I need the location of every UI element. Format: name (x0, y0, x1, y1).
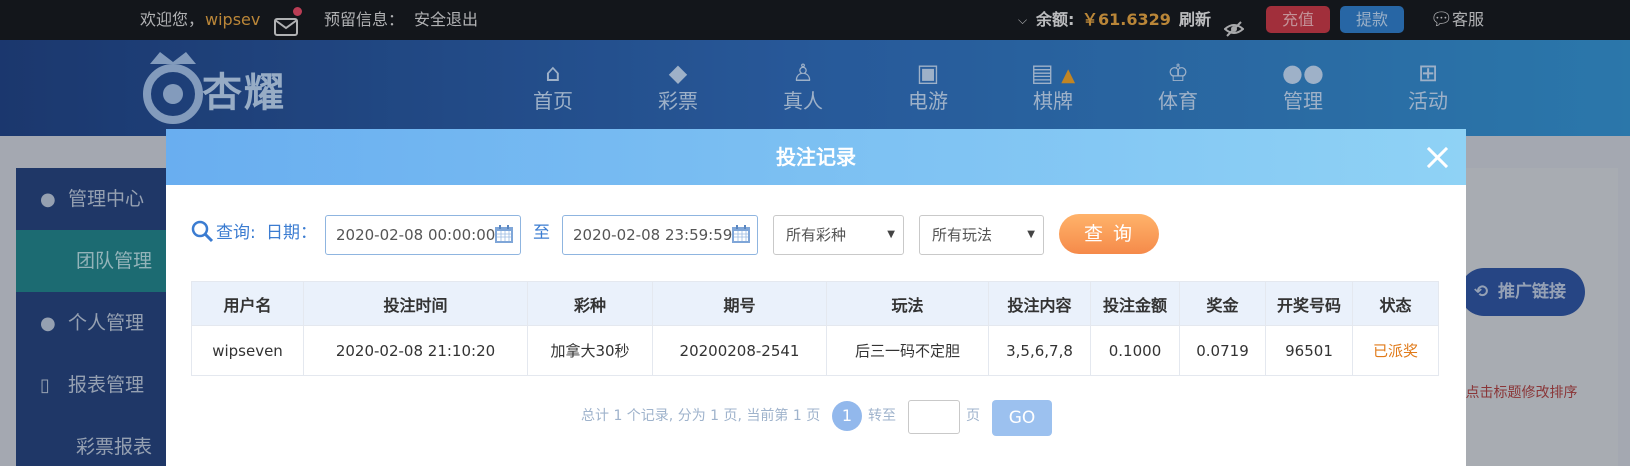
cell-prize: 0.0719 (1179, 325, 1266, 376)
date-from-input[interactable]: 2020-02-08 00:00:00 (325, 215, 521, 255)
column-header[interactable]: 开奖号码 (1265, 281, 1353, 326)
cell-draw-number: 96501 (1265, 325, 1353, 376)
cell-bet-content: 3,5,6,7,8 (988, 325, 1091, 376)
cell-issue: 20200208-2541 (652, 325, 827, 376)
cell-play: 后三一码不定胆 (826, 325, 989, 376)
page-jump-input[interactable] (908, 400, 960, 434)
query-label: 查询: (216, 223, 256, 243)
modal-header: 投注记录 (166, 129, 1466, 185)
date-to-input[interactable]: 2020-02-08 23:59:59 (562, 215, 758, 255)
search-icon (191, 220, 214, 243)
date-label: 日期： (266, 223, 317, 243)
column-header[interactable]: 投注金额 (1090, 281, 1180, 326)
calendar-icon[interactable] (731, 224, 751, 244)
to-label: 至 (533, 223, 550, 243)
bet-record-table: 用户名 投注时间 彩种 期号 玩法 投注内容 投注金额 奖金 开奖号码 状态 w… (191, 281, 1439, 376)
caret-down-icon: ▼ (887, 229, 895, 240)
cell-bet-amount: 0.1000 (1090, 325, 1180, 376)
column-header[interactable]: 玩法 (826, 281, 989, 326)
lottery-type-select[interactable]: 所有彩种 ▼ (773, 215, 904, 255)
column-header[interactable]: 投注时间 (303, 281, 528, 326)
pager-summary: 总计 1 个记录, 分为 1 页, 当前第 1 页 (581, 408, 821, 424)
status-badge: 已派奖 (1352, 325, 1439, 376)
cell-lottery: 加拿大30秒 (527, 325, 653, 376)
goto-label: 转至 (868, 408, 896, 424)
bet-record-modal: 投注记录 查询: 日期： 2020-02-08 00:00:00 至 2020-… (166, 129, 1466, 466)
go-button[interactable]: GO (992, 400, 1052, 436)
calendar-icon[interactable] (494, 224, 514, 244)
column-header[interactable]: 奖金 (1179, 281, 1266, 326)
page-label: 页 (966, 408, 980, 424)
close-icon[interactable] (1422, 142, 1452, 172)
column-header[interactable]: 用户名 (191, 281, 304, 326)
page-number-current[interactable]: 1 (832, 401, 862, 431)
column-header[interactable]: 彩种 (527, 281, 653, 326)
table-row[interactable]: wipseven 2020-02-08 21:10:20 加拿大30秒 2020… (191, 325, 1439, 376)
cell-bet-time: 2020-02-08 21:10:20 (303, 325, 528, 376)
column-header[interactable]: 投注内容 (988, 281, 1091, 326)
cell-username: wipseven (191, 325, 304, 376)
table-header-row: 用户名 投注时间 彩种 期号 玩法 投注内容 投注金额 奖金 开奖号码 状态 (191, 281, 1439, 326)
column-header[interactable]: 状态 (1352, 281, 1439, 326)
modal-title: 投注记录 (776, 145, 856, 169)
play-type-select[interactable]: 所有玩法 ▼ (919, 215, 1044, 255)
caret-down-icon: ▼ (1027, 229, 1035, 240)
column-header[interactable]: 期号 (652, 281, 827, 326)
query-button[interactable]: 查 询 (1059, 214, 1159, 254)
